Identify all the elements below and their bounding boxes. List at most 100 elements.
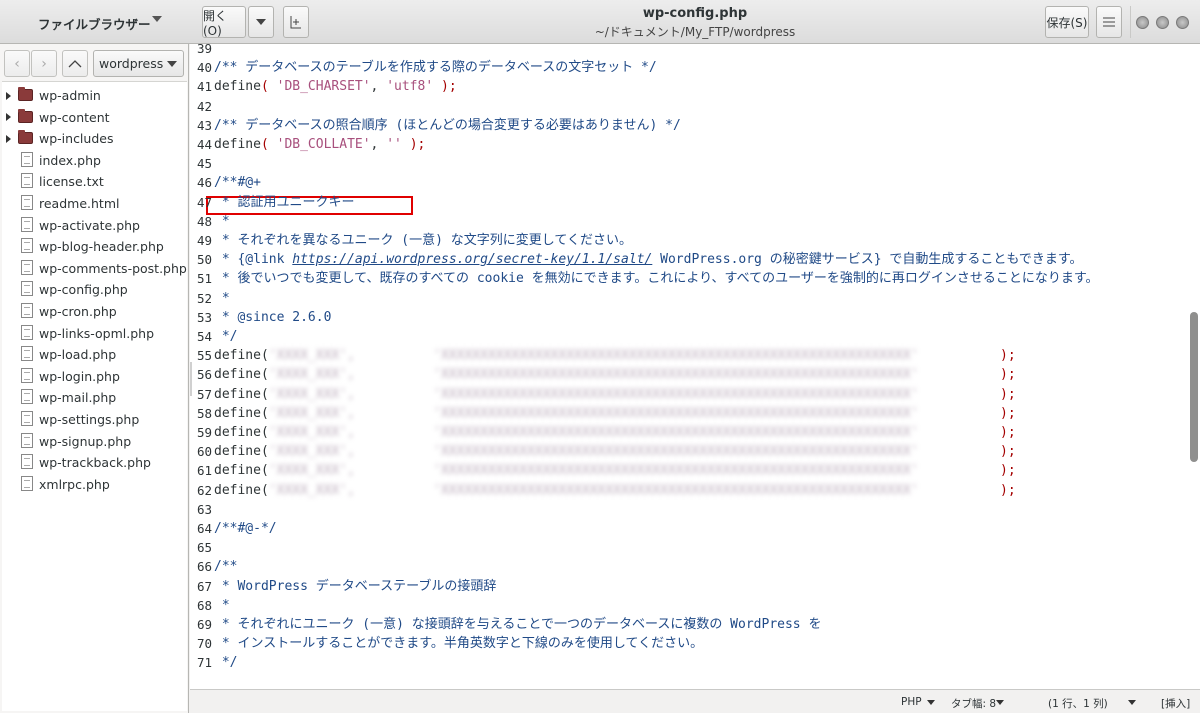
line-number: 41: [196, 79, 212, 95]
tree-file-item[interactable]: wp-blog-header.php: [2, 236, 187, 257]
tree-file-item[interactable]: wp-links-opml.php: [2, 323, 187, 344]
code-line[interactable]: 52 *: [190, 290, 1190, 307]
code-line[interactable]: 66/**: [190, 558, 1190, 575]
tree-folder-item[interactable]: wp-admin: [2, 85, 187, 106]
open-dropdown-button[interactable]: [248, 6, 274, 38]
expander-arrow-icon[interactable]: [6, 134, 11, 143]
code-line[interactable]: 56 define('XXXX_XXX', 'XXXXXXXXXXXXXXXXXX…: [190, 366, 1190, 383]
tree-file-item[interactable]: wp-trackback.php: [2, 452, 187, 473]
comment-text: */: [214, 329, 238, 344]
line-number: 44: [196, 137, 212, 152]
chevron-down-icon[interactable]: [1128, 700, 1136, 705]
file-icon: [21, 454, 33, 470]
expander-arrow-icon[interactable]: [6, 113, 11, 122]
code-line[interactable]: 64/**#@-*/: [190, 520, 1190, 537]
vertical-scrollbar[interactable]: [1189, 44, 1198, 689]
new-tab-icon: [290, 16, 301, 29]
tree-file-item[interactable]: wp-settings.php: [2, 409, 187, 430]
redacted-secret: 'XXXX_XXX', 'XXXXXXXXXXXXXXXXXXXXXXXXXXX…: [268, 348, 919, 364]
file-icon: [21, 238, 33, 254]
line-number: 47: [196, 194, 212, 210]
parent-folder-button[interactable]: [62, 50, 88, 77]
maximize-icon[interactable]: [1156, 16, 1169, 29]
tree-file-item[interactable]: wp-activate.php: [2, 215, 187, 236]
save-button[interactable]: 保存(S): [1045, 6, 1089, 38]
code-text: *: [214, 597, 230, 614]
code-line[interactable]: 47 * 認証用ユニークキー: [190, 194, 1190, 211]
tree-file-item[interactable]: xmlrpc.php: [2, 474, 187, 495]
code-line[interactable]: 69 * それぞれにユニーク (一意) な接頭辞を与えることで一つのデータベース…: [190, 616, 1190, 633]
chevron-down-icon[interactable]: [927, 700, 935, 705]
tree-file-item[interactable]: wp-config.php: [2, 279, 187, 300]
new-document-button[interactable]: [283, 6, 309, 38]
code-line[interactable]: 71 */: [190, 654, 1190, 671]
tree-folder-item[interactable]: wp-includes: [2, 128, 187, 149]
line-number: 62: [196, 482, 212, 498]
closing-paren: );: [1000, 425, 1016, 440]
tree-file-item[interactable]: wp-signup.php: [2, 431, 187, 452]
tree-folder-item[interactable]: wp-content: [2, 107, 187, 128]
hamburger-menu-button[interactable]: [1096, 6, 1122, 38]
file-icon: [21, 151, 33, 167]
code-line[interactable]: 50 * {@link https://api.wordpress.org/se…: [190, 251, 1190, 268]
code-line[interactable]: 70 * インストールすることができます。半角英数字と下線のみを使用してください…: [190, 635, 1190, 652]
code-line[interactable]: 39: [190, 40, 1190, 57]
code-line[interactable]: 45: [190, 155, 1190, 172]
chevron-down-icon[interactable]: [996, 700, 1004, 705]
code-line[interactable]: 53 * @since 2.6.0: [190, 309, 1190, 326]
code-line[interactable]: 60 define('XXXX_XXX', 'XXXXXXXXXXXXXXXXXX…: [190, 443, 1190, 460]
code-line[interactable]: 61 define('XXXX_XXX', 'XXXXXXXXXXXXXXXXXX…: [190, 462, 1190, 479]
language-selector[interactable]: PHP: [901, 696, 922, 708]
code-line[interactable]: 59 define('XXXX_XXX', 'XXXXXXXXXXXXXXXXXX…: [190, 424, 1190, 441]
code-line[interactable]: 51 * 後でいつでも変更して、既存のすべての cookie を無効にできます。…: [190, 270, 1190, 287]
code-line[interactable]: 55 define('XXXX_XXX', 'XXXXXXXXXXXXXXXXXX…: [190, 347, 1190, 364]
code-line[interactable]: 68 *: [190, 597, 1190, 614]
close-icon[interactable]: [1176, 16, 1189, 29]
tree-file-item[interactable]: wp-cron.php: [2, 301, 187, 322]
insert-mode[interactable]: [挿入]: [1161, 696, 1190, 711]
code-line[interactable]: 54 */: [190, 328, 1190, 345]
expander-arrow-icon[interactable]: [6, 91, 11, 100]
code-line[interactable]: 40/** データベースのテーブルを作成する際のデータベースの文字セット */: [190, 59, 1190, 76]
comment-text: *: [214, 597, 230, 613]
tree-file-item[interactable]: wp-load.php: [2, 344, 187, 365]
scrollbar-thumb[interactable]: [1190, 312, 1198, 462]
code-line[interactable]: 62 define('XXXX_XXX', 'XXXXXXXXXXXXXXXXXX…: [190, 482, 1190, 499]
tree-file-item[interactable]: wp-comments-post.php: [2, 258, 187, 279]
back-button[interactable]: ‹: [4, 50, 30, 77]
code-line[interactable]: 44 define( 'DB_COLLATE', '' );: [190, 136, 1190, 153]
code-line[interactable]: 46/**#@+: [190, 174, 1190, 191]
line-number: 52: [196, 290, 212, 306]
forward-button[interactable]: ›: [31, 50, 57, 77]
line-number: 70: [196, 636, 212, 652]
code-line[interactable]: 43/** データベースの照合順序 (ほとんどの場合変更する必要はありません) …: [190, 117, 1190, 134]
code-line[interactable]: 67 * WordPress データベーステーブルの接頭辞: [190, 578, 1190, 595]
chevron-down-icon[interactable]: [152, 16, 162, 22]
tree-file-item[interactable]: wp-login.php: [2, 366, 187, 387]
file-icon: [21, 324, 33, 340]
tree-file-item[interactable]: readme.html: [2, 193, 187, 214]
open-button[interactable]: 開く(O): [202, 6, 246, 38]
code-line[interactable]: 57 define('XXXX_XXX', 'XXXXXXXXXXXXXXXXXX…: [190, 386, 1190, 403]
code-line[interactable]: 65: [190, 539, 1190, 556]
code-line[interactable]: 49 * それぞれを異なるユニーク (一意) な文字列に変更してください。: [190, 232, 1190, 249]
comment-text: /**#@+: [214, 175, 261, 191]
code-line[interactable]: 48 *: [190, 213, 1190, 230]
code-line[interactable]: 42: [190, 98, 1190, 115]
file-icon: [21, 259, 33, 275]
code-line[interactable]: 41 define( 'DB_CHARSET', 'utf8' );: [190, 78, 1190, 95]
location-select[interactable]: wordpress: [93, 50, 184, 77]
redacted-secret: 'XXXX_XXX', 'XXXXXXXXXXXXXXXXXXXXXXXXXXX…: [268, 482, 919, 498]
tree-file-item[interactable]: wp-mail.php: [2, 387, 187, 408]
file-browser-title[interactable]: ファイルブラウザー: [38, 14, 151, 33]
tab-width-selector[interactable]: タブ幅: 8: [951, 696, 996, 711]
code-line[interactable]: 63: [190, 501, 1190, 518]
tree-file-item[interactable]: license.txt: [2, 171, 187, 192]
minimize-icon[interactable]: [1136, 16, 1149, 29]
line-number: 56: [196, 367, 212, 383]
comment-text: * インストールすることができます。半角英数字と下線のみを使用してください。: [214, 636, 704, 652]
line-number: 54: [196, 329, 212, 344]
tree-file-item[interactable]: index.php: [2, 150, 187, 171]
code-editor[interactable]: 39 40/** データベースのテーブルを作成する際のデータベースの文字セット *…: [190, 41, 1200, 689]
code-line[interactable]: 58 define('XXXX_XXX', 'XXXXXXXXXXXXXXXXXX…: [190, 405, 1190, 422]
